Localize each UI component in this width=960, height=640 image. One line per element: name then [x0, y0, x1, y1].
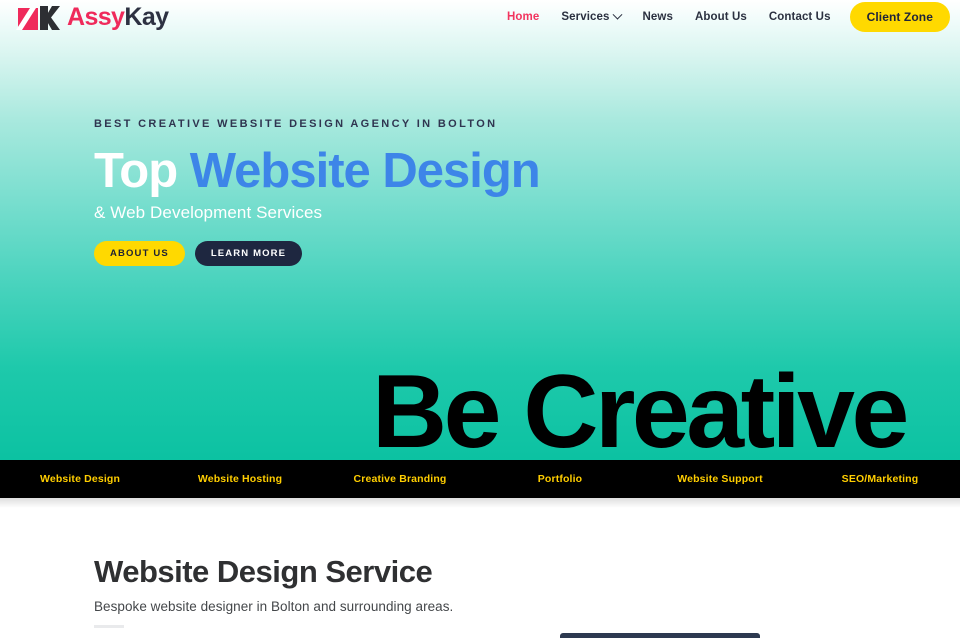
- nav-item-about-us-label: About Us: [694, 11, 747, 23]
- hero-section: Be Creative BEST CREATIVE WEBSITE DESIGN…: [0, 0, 960, 460]
- service-strip: Website Design Website Hosting Creative …: [0, 460, 960, 498]
- brand-word-first: Assy: [67, 2, 125, 31]
- nav-item-home[interactable]: Home: [496, 11, 550, 23]
- site-header: AssyKay Home Services News About Us Cont…: [0, 0, 960, 34]
- strip-drop-shadow: [0, 498, 960, 508]
- brand-word-second: Kay: [124, 2, 169, 31]
- nav-item-services[interactable]: Services: [550, 9, 631, 23]
- website-design-service-section: Website Design Service Bespoke website d…: [0, 498, 960, 640]
- nav-item-home-label: Home: [507, 11, 540, 23]
- hero-watermark-text: Be Creative: [372, 354, 909, 460]
- hero-headline-part-blue: Website Design: [189, 144, 541, 198]
- nav-item-contact-us[interactable]: Contact Us: [758, 11, 842, 23]
- section-subtitle: Bespoke website designer in Bolton and s…: [94, 599, 454, 614]
- service-strip-item-portfolio[interactable]: Portfolio: [480, 473, 640, 485]
- learn-more-button[interactable]: LEARN MORE: [194, 241, 303, 267]
- hero-eyebrow: BEST CREATIVE WEBSITE DESIGN AGENCY IN B…: [94, 118, 498, 130]
- content-panel-peek: [560, 633, 760, 638]
- hero-headline: Top Website Design: [94, 144, 541, 198]
- nav-item-about-us[interactable]: About Us: [684, 11, 758, 23]
- chevron-down-icon: [612, 9, 622, 20]
- nav-item-news[interactable]: News: [632, 11, 684, 23]
- service-strip-item-website-support[interactable]: Website Support: [640, 473, 800, 485]
- nav-item-news-label: News: [642, 11, 673, 23]
- nav-item-contact-us-label: Contact Us: [768, 11, 831, 23]
- section-title: Website Design Service: [94, 554, 433, 589]
- hero-content: BEST CREATIVE WEBSITE DESIGN AGENCY IN B…: [94, 118, 541, 267]
- main-navigation: Home Services News About Us Contact Us C…: [496, 2, 960, 32]
- service-strip-item-seo-marketing[interactable]: SEO/Marketing: [800, 473, 960, 485]
- hero-cta-row: ABOUT US LEARN MORE: [94, 241, 540, 267]
- service-strip-item-creative-branding[interactable]: Creative Branding: [320, 473, 480, 485]
- service-strip-item-website-hosting[interactable]: Website Hosting: [160, 473, 320, 485]
- section-divider: [94, 625, 124, 628]
- service-strip-item-website-design[interactable]: Website Design: [0, 473, 160, 485]
- brand-wordmark: AssyKay: [67, 2, 169, 31]
- brand-logo[interactable]: AssyKay: [14, 1, 169, 33]
- client-zone-button[interactable]: Client Zone: [849, 2, 950, 32]
- nav-item-services-label: Services: [561, 11, 610, 23]
- hero-headline-part-white: Top: [94, 144, 190, 198]
- about-us-button[interactable]: ABOUT US: [94, 241, 185, 267]
- hero-subline: & Web Development Services: [94, 203, 323, 223]
- assykay-logo-icon: [14, 1, 62, 33]
